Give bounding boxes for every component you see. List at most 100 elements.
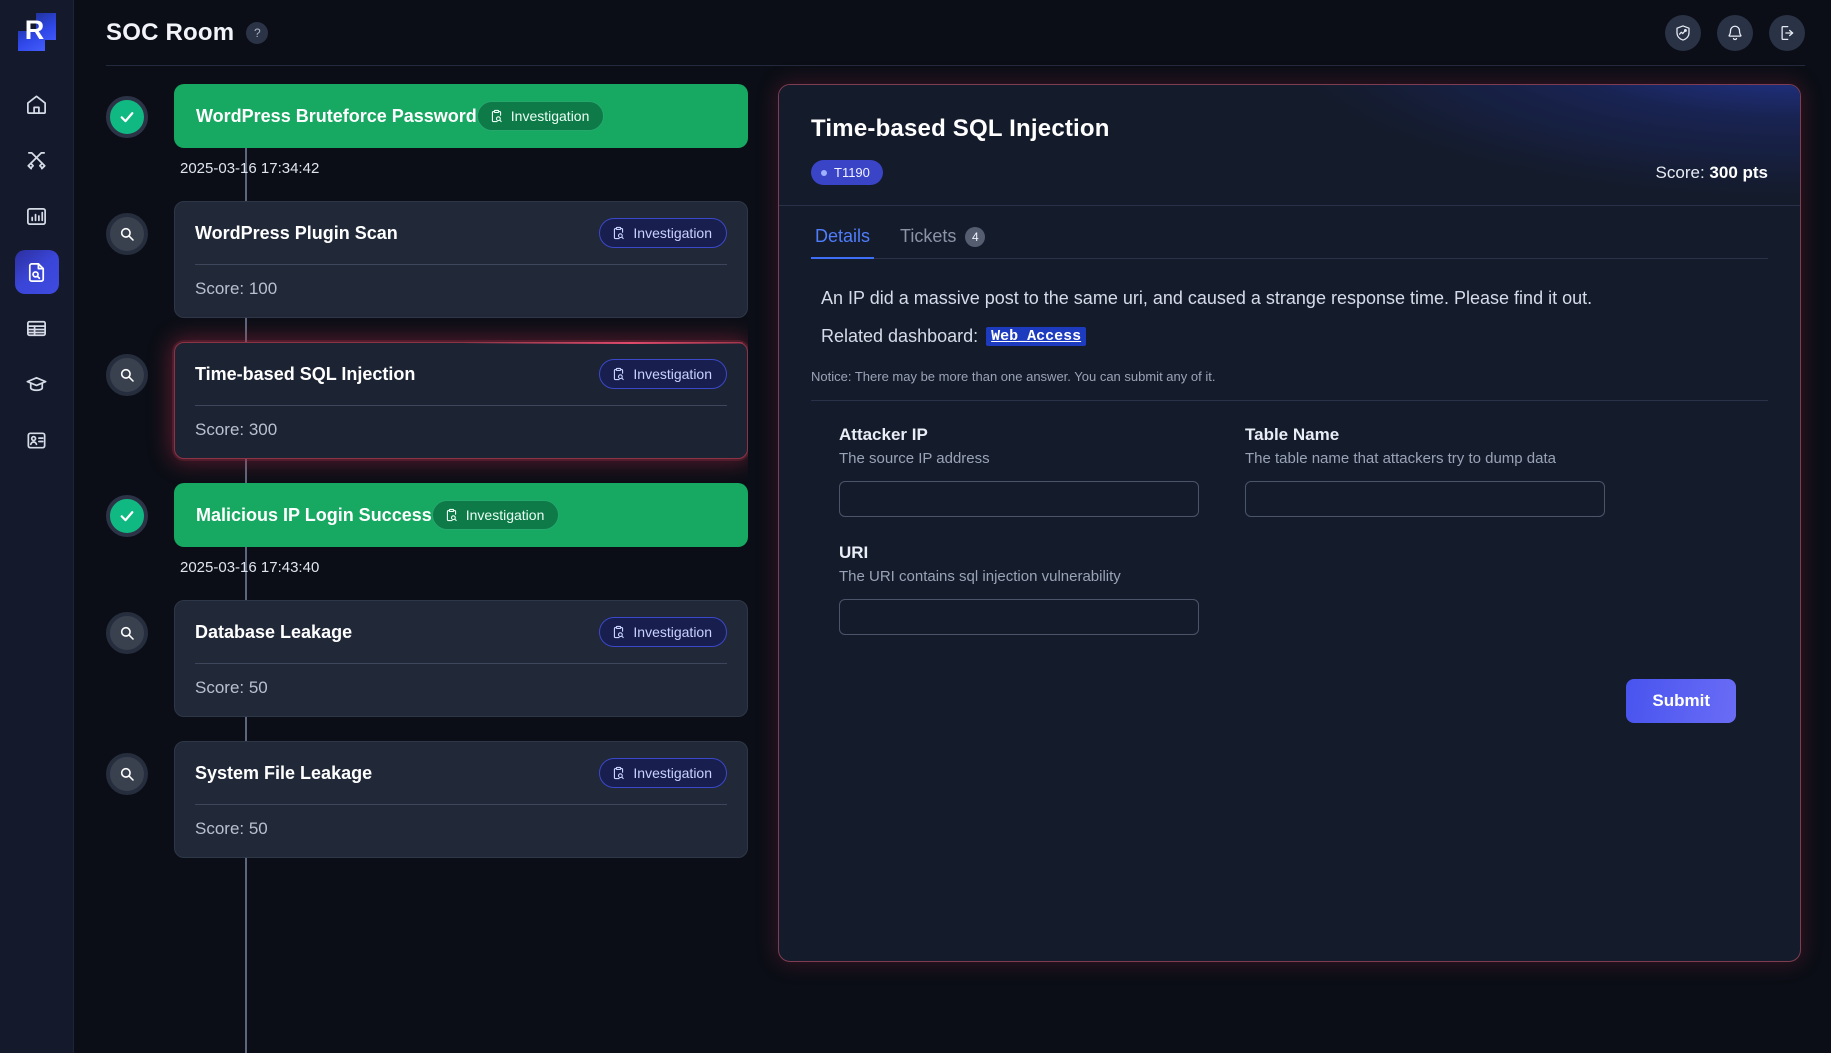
clipboard-search-icon (611, 226, 626, 241)
timeline-card[interactable]: WordPress Plugin Scan Investigation Scor… (174, 201, 748, 318)
field-attacker-ip: Attacker IP The source IP address (839, 425, 1199, 517)
app-logo[interactable]: R (14, 10, 59, 54)
home-icon (25, 93, 48, 116)
answer-form: Attacker IP The source IP address Table … (811, 425, 1768, 635)
tab-details[interactable]: Details (811, 220, 875, 259)
timeline-node-solved[interactable] (106, 495, 148, 537)
divider (195, 663, 727, 664)
logout-icon (1778, 24, 1796, 42)
sidebar-item-attack[interactable] (15, 138, 59, 182)
field-label: Table Name (1245, 425, 1340, 444)
attacker-ip-input[interactable] (839, 481, 1199, 517)
timeline-entry: WordPress Plugin Scan Investigation Scor… (106, 201, 748, 318)
timeline-card[interactable]: System File Leakage Investigation Score:… (174, 741, 748, 858)
logout-button[interactable] (1769, 15, 1805, 51)
search-icon (118, 225, 136, 243)
timeline-entry: System File Leakage Investigation Score:… (106, 741, 748, 858)
timeline-card-score: Score: 100 (195, 279, 278, 298)
field-label: Attacker IP (839, 425, 928, 444)
divider (811, 400, 1768, 401)
file-search-icon (25, 261, 48, 284)
logo-letter: R (24, 15, 44, 45)
timeline-card-score: Score: 300 (195, 420, 278, 439)
soc-room-app: R SOC Room ? WordPress Bruteforce Passwo… (0, 0, 1831, 1053)
investigation-pill-label: Investigation (633, 765, 712, 781)
investigation-pill[interactable]: Investigation (431, 500, 560, 530)
field-uri: URI The URI contains sql injection vulne… (839, 543, 1199, 635)
score-value: 300 pts (1709, 162, 1768, 182)
sidebar-item-dashboard[interactable] (15, 194, 59, 238)
detail-score: Score: 300 pts (1656, 163, 1768, 183)
sidebar-item-home[interactable] (15, 82, 59, 126)
field-label: URI (839, 543, 869, 562)
submit-button[interactable]: Submit (1626, 679, 1736, 723)
bell-icon (1726, 24, 1744, 42)
tab-tickets-count: 4 (965, 226, 986, 247)
ttp-badge[interactable]: T1190 (811, 160, 883, 185)
clipboard-search-icon (611, 367, 626, 382)
investigation-pill-label: Investigation (510, 108, 590, 124)
timeline-card-title: WordPress Plugin Scan (195, 222, 398, 243)
uri-input[interactable] (839, 599, 1199, 635)
investigation-pill[interactable]: Investigation (476, 101, 605, 131)
investigation-pill[interactable]: Investigation (599, 218, 727, 248)
bar-chart-icon (25, 205, 48, 228)
graduation-cap-icon (25, 373, 48, 396)
search-icon (118, 765, 136, 783)
panel-header: Time-based SQL Injection T1190 Score: 30… (779, 85, 1800, 206)
timeline-card-head: Database Leakage Investigation (195, 617, 727, 647)
timeline-node-pending[interactable] (106, 213, 148, 255)
search-icon (118, 624, 136, 642)
timeline-entry: Malicious IP Login Success Investigation… (106, 483, 748, 576)
clipboard-search-icon (611, 625, 626, 640)
investigation-pill-label: Investigation (633, 624, 712, 640)
timeline-card-head: WordPress Plugin Scan Investigation (195, 218, 727, 248)
shield-activity-icon (1674, 24, 1692, 42)
notifications-button[interactable] (1717, 15, 1753, 51)
table-name-input[interactable] (1245, 481, 1605, 517)
field-hint: The table name that attackers try to dum… (1245, 450, 1557, 467)
timeline-node-solved[interactable] (106, 96, 148, 138)
timeline-card[interactable]: WordPress Bruteforce Password Investigat… (174, 84, 748, 148)
ttp-badge-label: T1190 (834, 165, 870, 180)
detail-body: An IP did a massive post to the same uri… (779, 259, 1800, 961)
field-hint: The URI contains sql injection vulnerabi… (839, 568, 1121, 585)
timeline-card-head: System File Leakage Investigation (195, 758, 727, 788)
topbar-actions (1665, 15, 1805, 51)
logo-mark: R (14, 10, 58, 53)
timeline-node-pending[interactable] (106, 612, 148, 654)
score-prefix: Score: (1655, 162, 1710, 182)
timeline-entry: Time-based SQL Injection Investigation S… (106, 342, 748, 459)
related-dashboard-link[interactable]: Web_Access (986, 327, 1087, 346)
timeline-card[interactable]: Database Leakage Investigation Score: 50 (174, 600, 748, 717)
timeline-card[interactable]: Malicious IP Login Success Investigation (174, 483, 748, 547)
investigation-pill-label: Investigation (465, 507, 545, 523)
sidebar-item-logs[interactable] (15, 306, 59, 350)
tab-tickets[interactable]: Tickets 4 (896, 220, 989, 259)
check-icon (118, 507, 136, 525)
timeline-card-title: Database Leakage (195, 621, 353, 642)
incident-timeline: WordPress Bruteforce Password Investigat… (106, 84, 748, 1053)
investigation-pill[interactable]: Investigation (599, 758, 727, 788)
table-icon (25, 317, 48, 340)
investigation-pill[interactable]: Investigation (599, 617, 727, 647)
sidebar-item-learning[interactable] (15, 362, 59, 406)
sidebar-item-profile[interactable] (15, 418, 59, 462)
detail-description: An IP did a massive post to the same uri… (821, 288, 1593, 308)
sidebar-item-investigation[interactable] (14, 250, 59, 294)
timeline-card-score: Score: 50 (195, 678, 268, 697)
timeline-timestamp: 2025-03-16 17:43:40 (180, 559, 320, 576)
timeline-card-selected[interactable]: Time-based SQL Injection Investigation S… (174, 342, 748, 459)
status-button[interactable] (1665, 15, 1701, 51)
search-icon (118, 366, 136, 384)
timeline-node-pending[interactable] (106, 354, 148, 396)
help-icon[interactable]: ? (246, 22, 269, 44)
related-dashboard-label: Related dashboard: (821, 326, 979, 346)
timeline-card-score: Score: 50 (195, 819, 268, 838)
topbar: SOC Room ? (74, 0, 1831, 66)
investigation-pill[interactable]: Investigation (599, 359, 727, 389)
clipboard-search-icon (444, 508, 459, 523)
timeline-card-head: Time-based SQL Injection Investigation (195, 359, 727, 389)
timeline-node-pending[interactable] (106, 753, 148, 795)
divider (195, 264, 727, 265)
